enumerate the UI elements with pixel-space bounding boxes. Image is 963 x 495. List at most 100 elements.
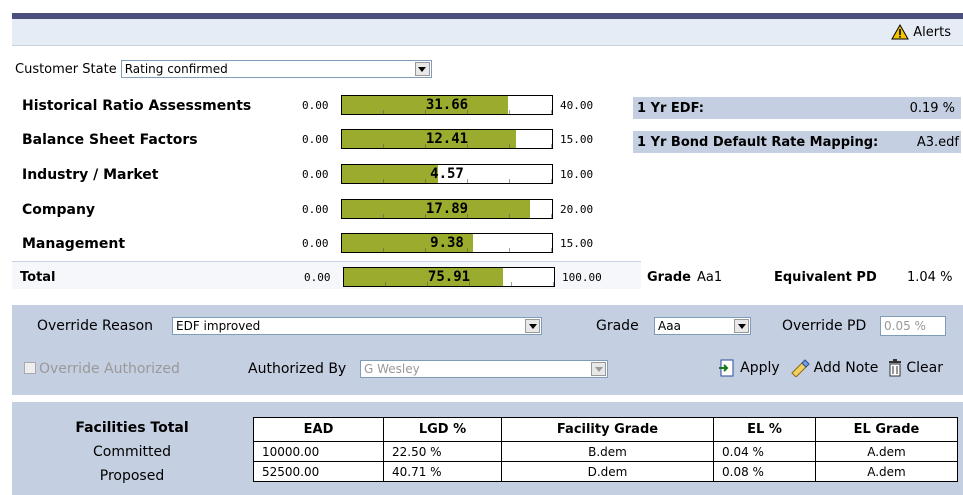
apply-icon bbox=[719, 359, 734, 377]
assessment-bar: 12.41 bbox=[341, 129, 553, 149]
total-label: Total bbox=[20, 270, 56, 285]
note-icon bbox=[790, 359, 810, 377]
clear-label: Clear bbox=[906, 360, 943, 376]
authorized-by-value: G Wesley bbox=[364, 362, 420, 376]
assessment-min: 0.00 bbox=[302, 203, 329, 216]
chevron-down-icon bbox=[734, 319, 749, 333]
table-cell: D.dem bbox=[501, 461, 714, 482]
alerts-link[interactable]: Alerts bbox=[891, 24, 951, 40]
bond-mapping-panel: 1 Yr Bond Default Rate Mapping: A3.edf bbox=[633, 131, 961, 153]
assessment-row-industry: Industry / Market 0.00 4.57 10.00 bbox=[22, 164, 622, 186]
override-grade-label: Grade bbox=[596, 318, 639, 334]
facilities-title: Facilities Total bbox=[75, 420, 189, 436]
assessment-min: 0.00 bbox=[302, 237, 329, 250]
assessment-min: 0.00 bbox=[302, 168, 329, 181]
apply-label: Apply bbox=[740, 360, 780, 376]
column-header: EL % bbox=[713, 417, 816, 442]
assessment-bar: 17.89 bbox=[341, 199, 553, 219]
table-cell: 0.08 % bbox=[713, 461, 816, 482]
assessment-value: 9.38 bbox=[430, 235, 464, 251]
override-reason-label: Override Reason bbox=[37, 318, 154, 334]
assessment-value: 17.89 bbox=[425, 201, 469, 217]
facility-row-label: Proposed bbox=[99, 468, 165, 484]
table-cell: 52500.00 bbox=[253, 461, 384, 482]
override-pd-input[interactable]: 0.05 % bbox=[880, 316, 946, 336]
table-cell: A.dem bbox=[815, 441, 958, 462]
table-cell: A.dem bbox=[815, 461, 958, 482]
assessment-label: Industry / Market bbox=[22, 167, 159, 183]
customer-state-select[interactable]: Rating confirmed bbox=[120, 60, 432, 78]
assessment-min: 0.00 bbox=[302, 133, 329, 146]
grade-label: Grade bbox=[647, 270, 691, 285]
bond-mapping-value: A3.edf bbox=[916, 135, 959, 150]
table-row: 52500.00 40.71 % D.dem 0.08 % A.dem bbox=[253, 461, 958, 482]
authorized-by-label: Authorized By bbox=[248, 361, 347, 377]
table-cell: 40.71 % bbox=[383, 461, 502, 482]
assessment-row-company: Company 0.00 17.89 20.00 bbox=[22, 199, 622, 221]
alert-bar: Alerts bbox=[12, 19, 963, 46]
table-cell: 10000.00 bbox=[253, 441, 384, 462]
override-grade-select[interactable]: Aaa bbox=[654, 317, 751, 335]
assessment-label: Management bbox=[22, 236, 126, 252]
assessment-min: 0.00 bbox=[302, 99, 329, 112]
override-reason-value: EDF improved bbox=[176, 319, 261, 333]
total-max: 100.00 bbox=[562, 271, 602, 284]
override-reason-select[interactable]: EDF improved bbox=[172, 317, 542, 335]
table-cell: B.dem bbox=[501, 441, 714, 462]
assessment-row-management: Management 0.00 9.38 15.00 bbox=[22, 233, 622, 255]
customer-state: Customer State Rating confirmed bbox=[15, 60, 432, 78]
override-authorized-checkbox[interactable]: Override Authorized bbox=[24, 361, 180, 377]
override-grade-value: Aaa bbox=[658, 319, 681, 333]
add-note-button[interactable]: Add Note bbox=[790, 359, 879, 377]
trash-icon bbox=[889, 359, 902, 377]
override-actions: Apply Add Note Clear bbox=[718, 359, 943, 377]
assessment-max: 20.00 bbox=[560, 203, 594, 216]
bond-mapping-label: 1 Yr Bond Default Rate Mapping: bbox=[637, 135, 879, 150]
add-note-label: Add Note bbox=[813, 360, 879, 376]
column-header: Facility Grade bbox=[501, 417, 714, 442]
override-panel: Override Reason EDF improved Grade Aaa O… bbox=[12, 305, 963, 395]
column-header: EL Grade bbox=[815, 417, 958, 442]
assessment-label: Company bbox=[22, 202, 96, 218]
alerts-label: Alerts bbox=[913, 24, 951, 40]
column-header: EAD bbox=[253, 417, 384, 442]
assessment-max: 40.00 bbox=[560, 99, 594, 112]
assessment-max: 15.00 bbox=[560, 237, 594, 250]
total-row: Total 0.00 75.91 100.00 bbox=[20, 267, 620, 289]
facility-row-label: Committed bbox=[93, 444, 171, 460]
assessment-row-balance-sheet: Balance Sheet Factors 0.00 12.41 15.00 bbox=[22, 129, 622, 151]
total-min: 0.00 bbox=[304, 271, 331, 284]
assessment-max: 15.00 bbox=[560, 133, 594, 146]
table-cell: 22.50 % bbox=[383, 441, 502, 462]
authorized-by-select[interactable]: G Wesley bbox=[360, 360, 608, 378]
assessment-value: 12.41 bbox=[425, 131, 469, 147]
assessment-max: 10.00 bbox=[560, 168, 594, 181]
chevron-down-icon bbox=[525, 319, 540, 333]
clear-button[interactable]: Clear bbox=[888, 359, 943, 377]
edf-label: 1 Yr EDF: bbox=[637, 101, 704, 116]
grade-value: Aa1 bbox=[697, 270, 723, 285]
chevron-down-icon bbox=[414, 62, 430, 76]
apply-button[interactable]: Apply bbox=[718, 359, 780, 377]
equivalent-pd-label: Equivalent PD bbox=[774, 270, 877, 285]
table-row: 10000.00 22.50 % B.dem 0.04 % A.dem bbox=[253, 441, 958, 462]
edf-value: 0.19 % bbox=[909, 101, 955, 116]
assessment-row-historical: Historical Ratio Assessments 0.00 31.66 … bbox=[22, 95, 622, 117]
assessment-label: Historical Ratio Assessments bbox=[22, 98, 252, 114]
table-cell: 0.04 % bbox=[713, 441, 816, 462]
facilities-table: EAD LGD % Facility Grade EL % EL Grade 1… bbox=[253, 417, 958, 482]
edf-panel: 1 Yr EDF: 0.19 % bbox=[633, 97, 961, 119]
warning-icon bbox=[891, 24, 910, 40]
assessment-bar: 9.38 bbox=[341, 233, 553, 253]
assessment-value: 31.66 bbox=[425, 97, 469, 113]
assessment-label: Balance Sheet Factors bbox=[22, 132, 198, 148]
table-header-row: EAD LGD % Facility Grade EL % EL Grade bbox=[253, 417, 958, 442]
facilities-panel: Facilities Total Committed Proposed EAD … bbox=[12, 402, 963, 495]
equivalent-pd-value: 1.04 % bbox=[907, 270, 953, 285]
override-pd-label: Override PD bbox=[782, 318, 867, 334]
total-bar: 75.91 bbox=[343, 267, 555, 287]
chevron-down-icon bbox=[591, 362, 606, 376]
assessment-bar: 4.57 bbox=[341, 164, 553, 184]
assessment-value: 4.57 bbox=[430, 166, 464, 182]
total-value: 75.91 bbox=[427, 269, 471, 285]
